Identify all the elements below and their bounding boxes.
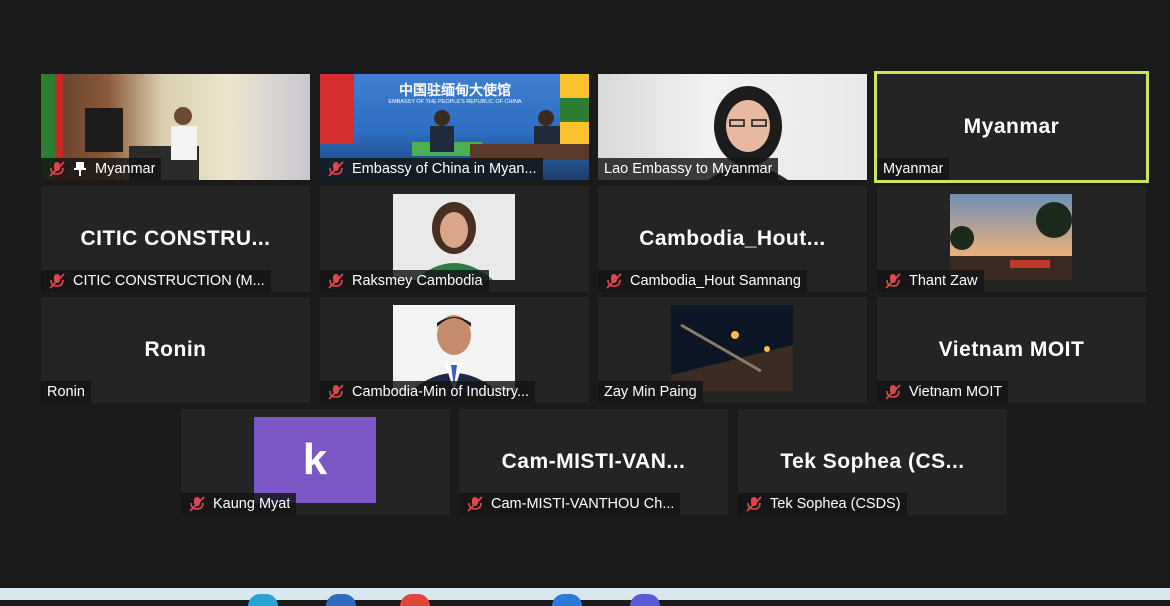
taskbar [0, 588, 1170, 600]
participant-name-label: Myanmar [41, 158, 162, 180]
video-tile-citic-construction[interactable]: CITIC CONSTRU... CITIC CONSTRUCTION (M..… [41, 186, 310, 292]
participant-display-name: CITIC CONSTRU... [80, 227, 271, 250]
participant-name-label: CITIC CONSTRUCTION (M... [41, 270, 271, 292]
taskbar-app-icon[interactable] [248, 594, 278, 606]
participant-name-label: Raksmey Cambodia [320, 270, 489, 292]
muted-mic-icon [885, 273, 901, 289]
participant-name-label: Lao Embassy to Myanmar [598, 158, 779, 180]
video-tile-zay-min-paing[interactable]: Zay Min Paing [598, 297, 867, 403]
muted-mic-icon [328, 273, 344, 289]
participant-name-label: Cambodia_Hout Samnang [598, 270, 807, 292]
profile-photo [393, 194, 515, 280]
muted-mic-icon [885, 384, 901, 400]
taskbar-app-icon[interactable] [630, 594, 660, 606]
video-tile-embassy-china[interactable]: 中国驻缅甸大使馆 EMBASSY OF THE PEOPLE'S REPUBLI… [320, 74, 589, 180]
muted-mic-icon [49, 161, 65, 177]
video-tile-myanmar-speaker[interactable]: Myanmar [41, 74, 310, 180]
profile-photo [671, 305, 793, 391]
participant-name-label: Ronin [41, 381, 91, 403]
avatar: k [254, 417, 376, 503]
participant-name-label: Cambodia-Min of Industry... [320, 381, 536, 403]
muted-mic-icon [328, 384, 344, 400]
participant-name-label: Vietnam MOIT [877, 381, 1009, 403]
participant-display-name: Vietnam MOIT [938, 338, 1085, 361]
video-tile-thant-zaw[interactable]: Thant Zaw [877, 186, 1146, 292]
participant-name-label: Myanmar [877, 158, 950, 180]
participant-name-label: Kaung Myat [181, 493, 297, 515]
profile-photo [393, 305, 515, 391]
taskbar-app-icon[interactable] [552, 594, 582, 606]
muted-mic-icon [467, 496, 483, 512]
muted-mic-icon [606, 273, 622, 289]
video-tile-tek-sophea[interactable]: Tek Sophea (CS... Tek Sophea (CSDS) [738, 409, 1007, 515]
video-tile-cam-misti-vanthou[interactable]: Cam-MISTI-VAN... Cam-MISTI-VANTHOU Ch... [459, 409, 728, 515]
video-tile-cambodia-min-industry[interactable]: Cambodia-Min of Industry... [320, 297, 589, 403]
participant-name-label: Thant Zaw [877, 270, 984, 292]
muted-mic-icon [189, 496, 205, 512]
taskbar-app-icon[interactable] [400, 594, 430, 606]
participant-display-name: Myanmar [963, 115, 1060, 138]
participant-name-label: Cam-MISTI-VANTHOU Ch... [459, 493, 681, 515]
embassy-banner-cn: 中国驻缅甸大使馆 [399, 83, 511, 99]
muted-mic-icon [328, 161, 344, 177]
participant-display-name: Cam-MISTI-VAN... [501, 450, 686, 473]
participant-display-name: Cambodia_Hout... [639, 227, 826, 250]
video-tile-myanmar-active[interactable]: Myanmar Myanmar [874, 71, 1149, 183]
participant-display-name: Tek Sophea (CS... [780, 450, 965, 473]
participant-display-name: Ronin [144, 338, 207, 361]
taskbar-app-icon[interactable] [326, 594, 356, 606]
video-tile-raksmey-cambodia[interactable]: Raksmey Cambodia [320, 186, 589, 292]
muted-mic-icon [746, 496, 762, 512]
profile-photo [950, 194, 1072, 280]
participant-name-label: Zay Min Paing [598, 381, 703, 403]
video-tile-cambodia-hout-samnang[interactable]: Cambodia_Hout... Cambodia_Hout Samnang [598, 186, 867, 292]
video-tile-vietnam-moit[interactable]: Vietnam MOIT Vietnam MOIT [877, 297, 1146, 403]
embassy-banner-en: EMBASSY OF THE PEOPLE'S REPUBLIC OF CHIN… [388, 99, 522, 105]
participant-name-label: Embassy of China in Myan... [320, 158, 543, 180]
video-tile-ronin[interactable]: Ronin Ronin [41, 297, 310, 403]
participant-name-label: Tek Sophea (CSDS) [738, 493, 907, 515]
video-tile-lao-embassy[interactable]: Lao Embassy to Myanmar [598, 74, 867, 180]
muted-mic-icon [49, 273, 65, 289]
pin-icon [74, 162, 86, 176]
video-tile-kaung-myat[interactable]: k Kaung Myat [181, 409, 450, 515]
